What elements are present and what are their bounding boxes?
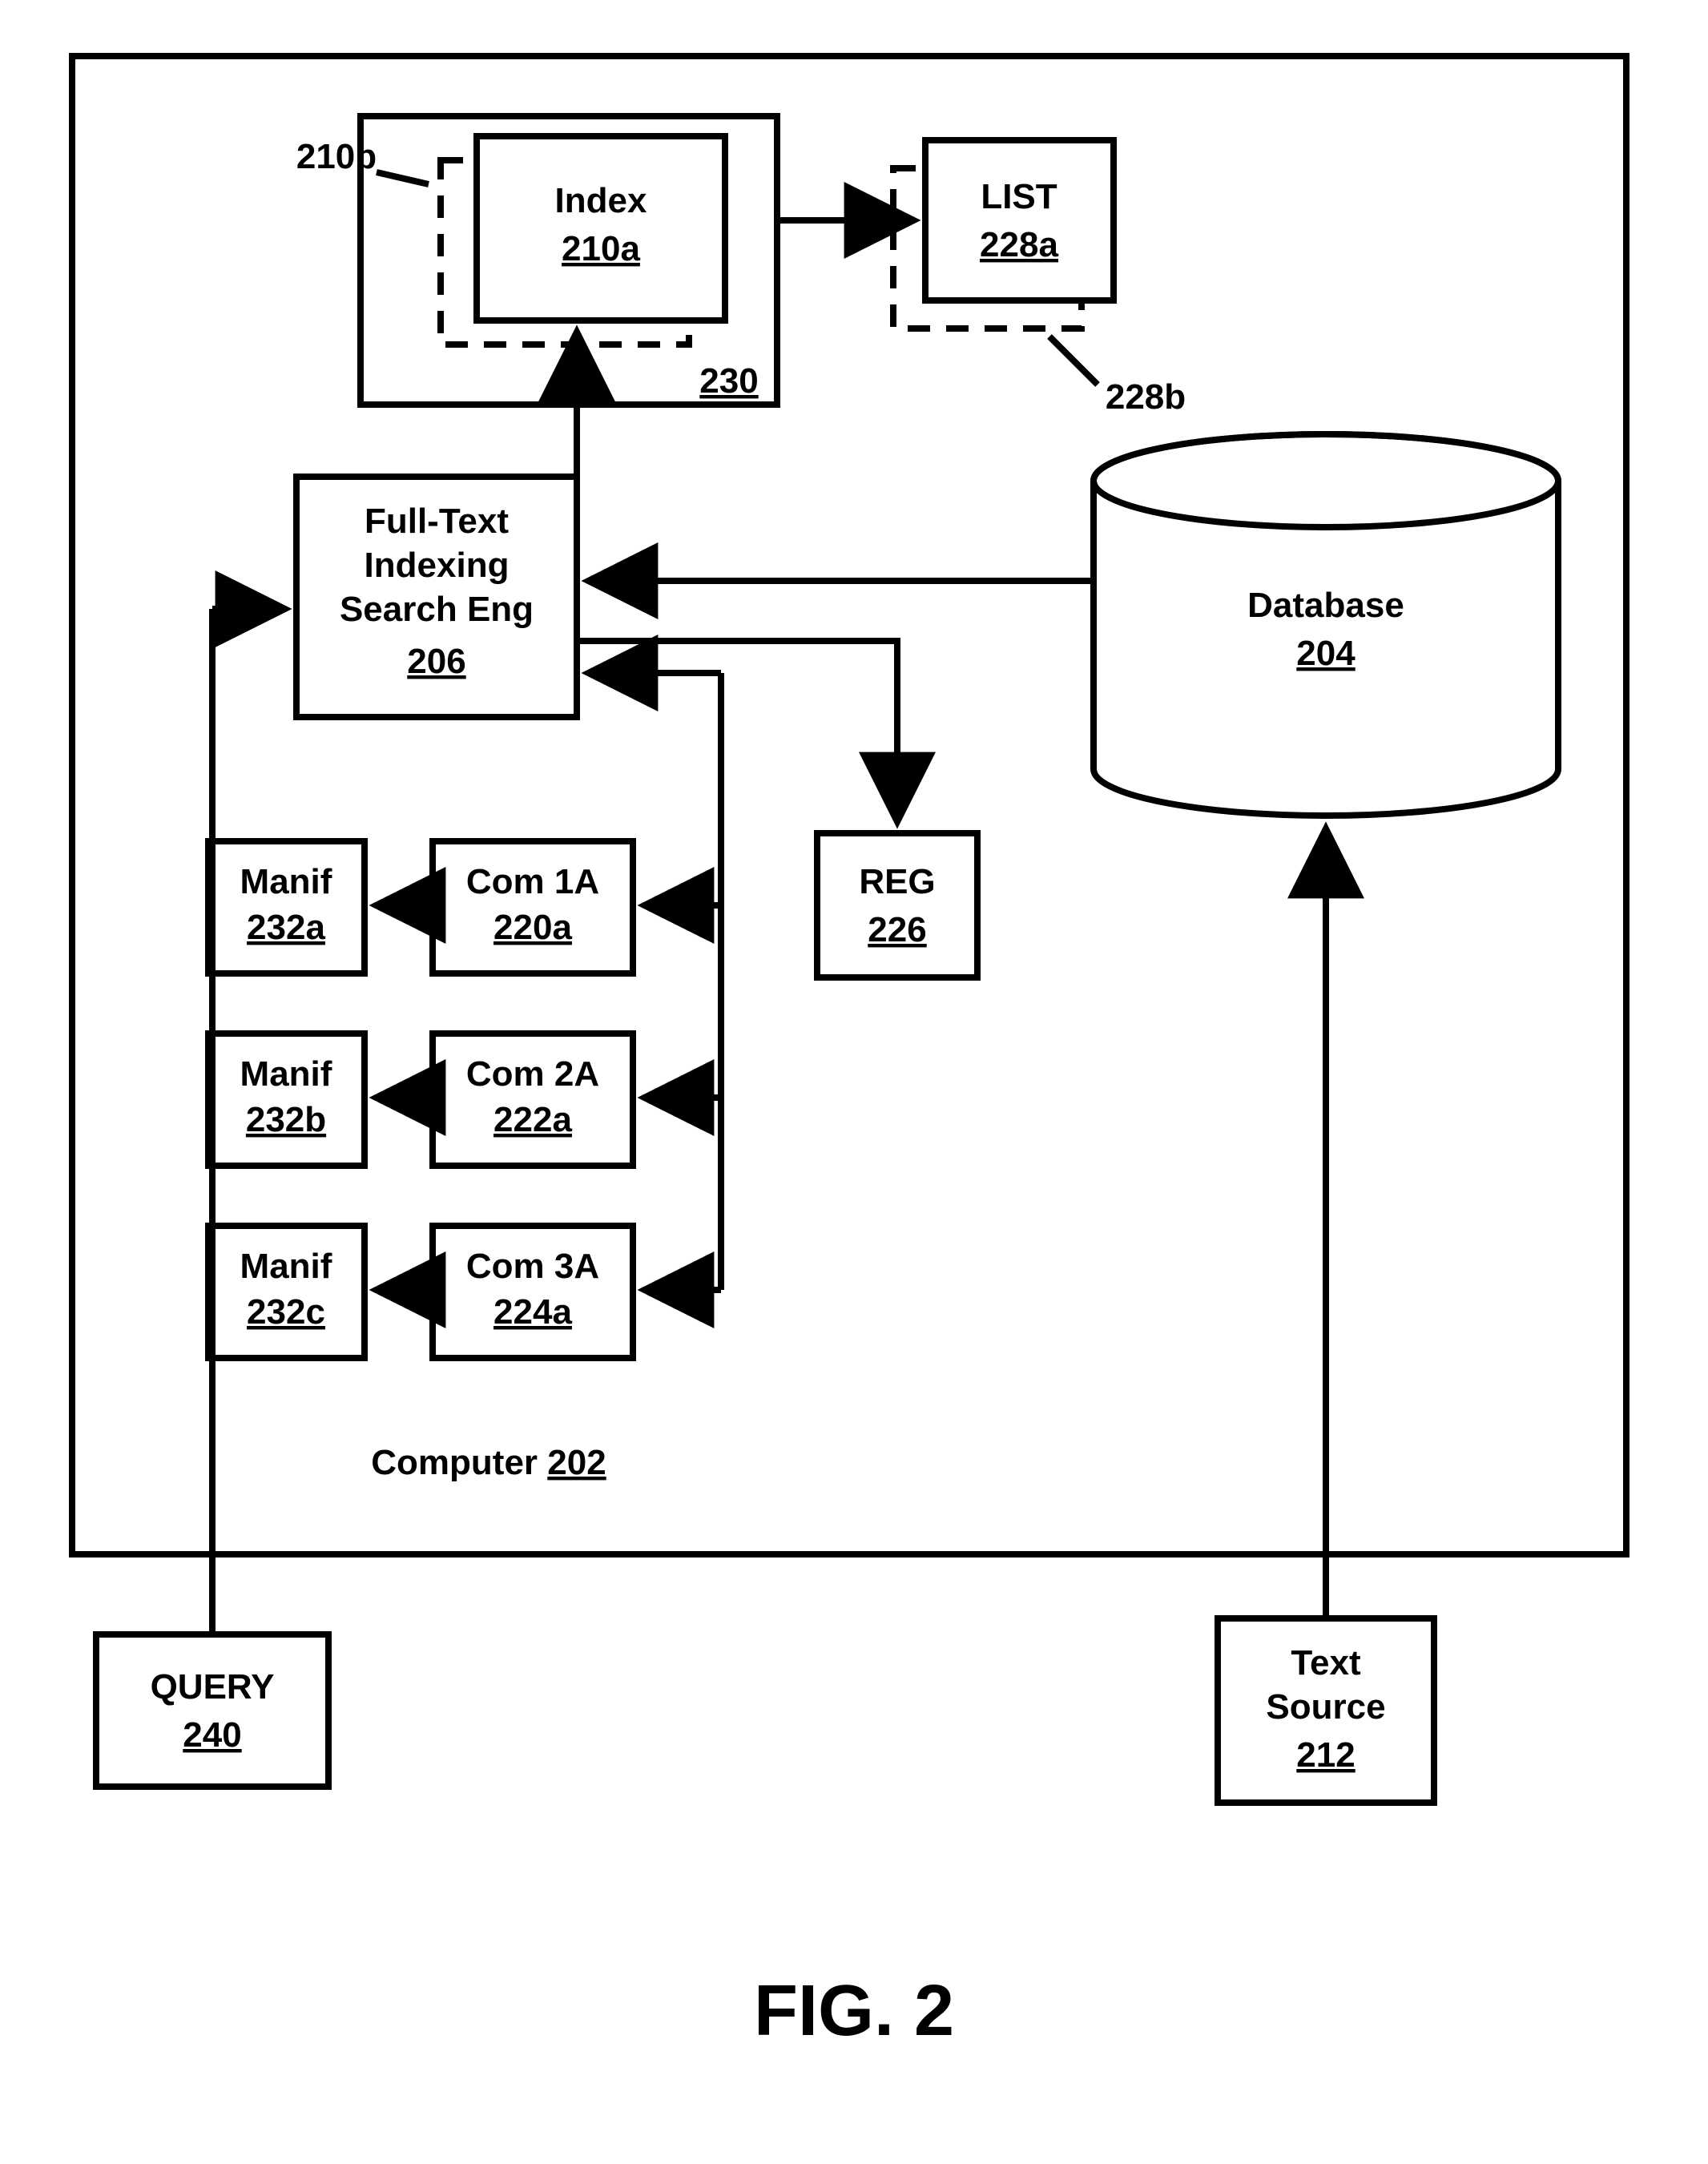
index-label: Index (555, 181, 647, 220)
query-label: QUERY (151, 1667, 275, 1707)
manif-2-label: Manif (240, 1054, 332, 1094)
text-source-l1: Text (1291, 1643, 1361, 1682)
manif-1-ref: 232a (247, 908, 325, 947)
index-stack-ref: 210b (296, 137, 377, 176)
reg-box (817, 833, 977, 977)
list-label: LIST (981, 177, 1057, 216)
manif-3-ref: 232c (247, 1292, 325, 1332)
engine-l2: Indexing (365, 546, 510, 585)
manif-2-ref: 232b (246, 1100, 326, 1139)
index-box (477, 136, 725, 320)
manif-3-label: Manif (240, 1247, 332, 1286)
engine-ref: 206 (407, 642, 465, 681)
com-2-ref: 222a (493, 1100, 572, 1139)
com-3-ref: 224a (493, 1292, 572, 1332)
diagram-svg: Index 210a 210b 230 LIST 228a 228b Full-… (0, 0, 1708, 2164)
text-source-ref: 212 (1296, 1735, 1355, 1775)
engine-l1: Full-Text (365, 502, 509, 541)
computer-label: Computer 202 (371, 1443, 606, 1482)
reg-ref: 226 (868, 910, 926, 949)
list-ref: 228a (980, 225, 1058, 264)
list-stack-ref: 228b (1106, 377, 1186, 417)
text-source-l2: Source (1266, 1687, 1385, 1727)
list-box (925, 140, 1114, 300)
com-1-ref: 220a (493, 908, 572, 947)
engine-l3: Search Eng (340, 590, 534, 629)
reg-label: REG (859, 862, 935, 901)
figure-label: FIG. 2 (754, 1971, 954, 2051)
com-3-label: Com 3A (466, 1247, 599, 1286)
query-ref: 240 (183, 1715, 241, 1755)
query-box (96, 1634, 328, 1787)
index-ref: 210a (562, 229, 640, 268)
com-1-label: Com 1A (466, 862, 599, 901)
manif-1-label: Manif (240, 862, 332, 901)
database-label: Database (1247, 586, 1404, 625)
index-group-ref: 230 (699, 361, 758, 401)
com-2-label: Com 2A (466, 1054, 599, 1094)
database-ref: 204 (1296, 634, 1356, 673)
database-cylinder: Database 204 (1094, 434, 1558, 816)
